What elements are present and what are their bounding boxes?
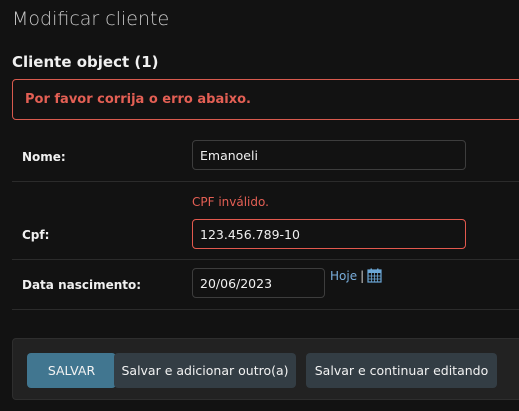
today-link[interactable]: Hoje: [330, 269, 357, 283]
form-row-cpf: CPF inválido. Cpf: 123.456.789-10: [12, 182, 519, 260]
data-nascimento-input[interactable]: 20/06/2023: [192, 268, 325, 298]
shortcut-separator: |: [360, 268, 365, 283]
data-nascimento-label: Data nascimento:: [22, 278, 142, 292]
nome-label: Nome:: [22, 150, 66, 164]
cpf-input[interactable]: 123.456.789-10: [192, 219, 466, 249]
date-shortcuts: Hoje |: [330, 268, 382, 283]
submit-row: SALVAR Salvar e adicionar outro(a) Salva…: [12, 338, 519, 400]
object-title: Cliente object (1): [12, 53, 159, 71]
error-note: Por favor corrija o erro abaixo.: [12, 79, 519, 120]
change-form-page: Modificar cliente Cliente object (1) Por…: [0, 0, 519, 411]
page-title: Modificar cliente: [12, 8, 170, 30]
cpf-error-message: CPF inválido.: [192, 195, 269, 209]
form-row-data-nascimento: Data nascimento: 20/06/2023 Hoje |: [12, 260, 519, 310]
save-and-continue-button[interactable]: Salvar e continuar editando: [306, 353, 497, 388]
save-button[interactable]: SALVAR: [27, 353, 116, 388]
save-and-add-another-button[interactable]: Salvar e adicionar outro(a): [114, 353, 296, 388]
cpf-label: Cpf:: [22, 228, 50, 242]
calendar-icon[interactable]: [367, 268, 382, 283]
nome-input[interactable]: Emanoeli: [192, 140, 466, 170]
form-row-nome: Nome: Emanoeli: [12, 130, 519, 182]
